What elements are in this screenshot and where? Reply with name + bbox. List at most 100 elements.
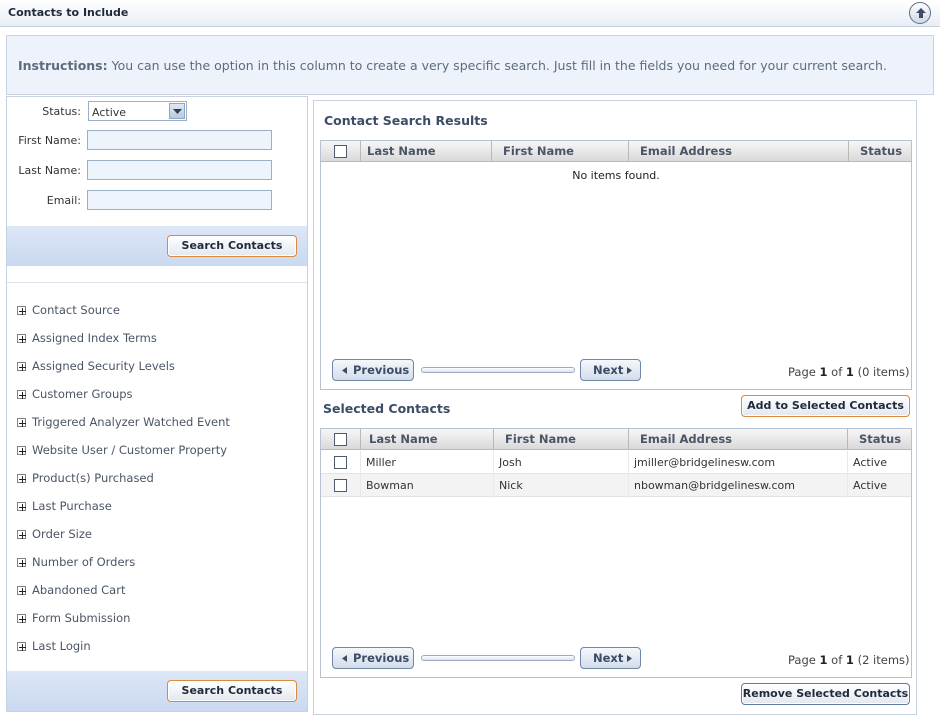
cell-email: nbowman@bridgelinesw.com [629, 474, 848, 497]
first-name-input[interactable] [87, 130, 272, 150]
criteria-label: Assigned Index Terms [32, 331, 157, 345]
criteria-label: Website User / Customer Property [32, 443, 228, 457]
sel-col-last-name[interactable]: Last Name [361, 429, 494, 450]
search-results-title: Contact Search Results [324, 113, 488, 128]
search-band-top: Search Contacts [7, 226, 307, 266]
row-check-cell [321, 474, 361, 497]
plus-expand-icon[interactable] [17, 474, 26, 483]
add-to-selected-button[interactable]: Add to Selected Contacts [741, 395, 910, 417]
criteria-label: Contact Source [32, 303, 120, 317]
plus-expand-icon[interactable] [17, 614, 26, 623]
row-check-cell [321, 451, 361, 474]
criteria-label: Abandoned Cart [32, 583, 126, 597]
email-input[interactable] [87, 190, 272, 210]
pager-slider[interactable] [421, 367, 575, 373]
plus-expand-icon[interactable] [17, 586, 26, 595]
row-checkbox[interactable] [334, 479, 347, 492]
instructions-box: Instructions: You can use the option in … [6, 35, 934, 95]
results-panel: Contact Search Results Last Name First N… [313, 100, 917, 715]
selected-contacts-grid: Last Name First Name Email Address Statu… [320, 428, 912, 678]
cell-first-name: Josh [494, 451, 629, 474]
criteria-label: Assigned Security Levels [32, 359, 175, 373]
cell-email: jmiller@bridgelinesw.com [629, 451, 848, 474]
criteria-label: Last Purchase [32, 499, 112, 513]
selected-pager-slider[interactable] [421, 655, 575, 661]
search-results-grid: Last Name First Name Email Address Statu… [320, 140, 912, 390]
selected-select-all-cell [321, 429, 361, 450]
cell-status: Active [853, 479, 888, 492]
last-name-input[interactable] [87, 160, 272, 180]
plus-expand-icon[interactable] [17, 362, 26, 371]
selected-next-button[interactable]: Next [580, 647, 641, 669]
next-button[interactable]: Next [580, 359, 641, 381]
search-results-header: Last Name First Name Email Address Statu… [321, 141, 911, 162]
criteria-label: Number of Orders [32, 555, 136, 569]
search-contacts-button[interactable]: Search Contacts [167, 235, 297, 257]
col-email[interactable]: Email Address [629, 141, 849, 162]
selected-previous-button[interactable]: Previous [332, 647, 414, 669]
search-band-bottom: Search Contacts [7, 671, 307, 711]
table-row[interactable]: Miller Josh jmiller@bridgelinesw.com Active [321, 451, 911, 474]
arrow-right-icon [627, 367, 632, 374]
col-first-name[interactable]: First Name [492, 141, 629, 162]
criteria-label: Form Submission [32, 611, 131, 625]
plus-expand-icon[interactable] [17, 306, 26, 315]
last-name-label: Last Name: [18, 164, 81, 177]
selected-select-all-checkbox[interactable] [334, 433, 347, 446]
table-row[interactable]: Bowman Nick nbowman@bridgelinesw.com Active [321, 474, 911, 497]
arrow-right-icon [627, 655, 632, 662]
instructions-body: You can use the option in this column to… [111, 58, 887, 73]
col-status[interactable]: Status [849, 141, 911, 162]
email-label: Email: [46, 194, 81, 207]
sel-col-status[interactable]: Status [848, 429, 911, 450]
instructions-label: Instructions: [18, 58, 108, 73]
divider [7, 282, 307, 283]
status-row: Status: Active [7, 101, 307, 123]
window-title: Contacts to Include [8, 6, 129, 19]
row-checkbox[interactable] [334, 456, 347, 469]
plus-expand-icon[interactable] [17, 334, 26, 343]
arrow-left-icon [342, 367, 347, 374]
plus-expand-icon[interactable] [17, 502, 26, 511]
cell-first-name: Nick [494, 474, 629, 497]
remove-selected-button[interactable]: Remove Selected Contacts [741, 683, 910, 705]
sel-col-email[interactable]: Email Address [629, 429, 848, 450]
first-name-label: First Name: [18, 134, 81, 147]
sel-col-first-name[interactable]: First Name [494, 429, 629, 450]
pager-info: Page 1 of 1 (0 items) [788, 365, 910, 379]
select-all-checkbox[interactable] [334, 145, 347, 158]
cell-last-name: Miller [361, 451, 494, 474]
email-row: Email: [7, 190, 307, 212]
status-select[interactable]: Active [88, 101, 187, 121]
instructions-text: Instructions: You can use the option in … [18, 58, 887, 73]
search-contacts-bottom-button[interactable]: Search Contacts [167, 680, 297, 702]
last-name-row: Last Name: [7, 160, 307, 182]
chevron-down-icon[interactable] [169, 103, 185, 119]
plus-expand-icon[interactable] [17, 530, 26, 539]
arrow-left-icon [342, 655, 347, 662]
criteria-label: Order Size [32, 527, 92, 541]
plus-expand-icon[interactable] [17, 558, 26, 567]
criteria-label: Last Login [32, 639, 91, 653]
selected-pager-info: Page 1 of 1 (2 items) [788, 653, 910, 667]
selected-contacts-title: Selected Contacts [323, 401, 451, 416]
previous-button[interactable]: Previous [332, 359, 414, 381]
first-name-row: First Name: [7, 130, 307, 152]
collapse-button[interactable] [909, 2, 931, 24]
status-select-value: Active [92, 106, 127, 119]
collapse-up-icon [916, 8, 926, 18]
col-last-name[interactable]: Last Name [361, 141, 492, 162]
select-all-cell [321, 141, 361, 162]
no-items-message: No items found. [572, 169, 660, 182]
plus-expand-icon[interactable] [17, 418, 26, 427]
criteria-label: Customer Groups [32, 387, 133, 401]
criteria-label: Triggered Analyzer Watched Event [32, 415, 230, 429]
cell-status: Active [853, 456, 888, 469]
plus-expand-icon[interactable] [17, 390, 26, 399]
plus-expand-icon[interactable] [17, 446, 26, 455]
selected-header: Last Name First Name Email Address Statu… [321, 429, 911, 450]
search-filters-panel: Status: Active First Name: Last Name: Em… [6, 96, 308, 712]
cell-last-name: Bowman [361, 474, 494, 497]
plus-expand-icon[interactable] [17, 642, 26, 651]
status-label: Status: [42, 105, 81, 118]
